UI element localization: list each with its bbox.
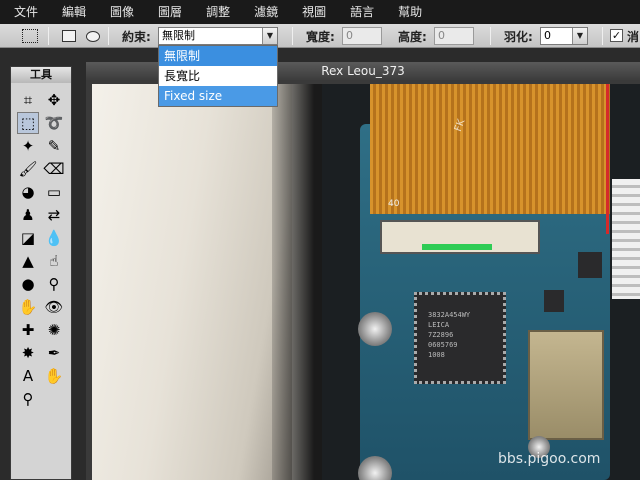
menu-item[interactable]: 幫助 [386,0,434,24]
red-eye-icon[interactable]: 👁 [43,296,65,318]
height-label: 高度: [398,29,427,44]
photo-connector-strip [422,244,492,250]
separator [292,27,293,45]
burn-icon[interactable]: ✋ [17,296,39,318]
photo-white-wires [612,179,640,299]
spot-heal-icon[interactable]: ✚ [17,319,39,341]
tool-options-bar: 約束: 無限制 ▼ 寬度: 0 高度: 0 羽化: 0 ▼ ✓ 消 [0,24,640,48]
menu-bar: 文件 編輯 圖像 圖層 調整 濾鏡 視圖 語言 幫助 [0,0,640,24]
photo-chip-text: 3832A454WY LEICA 7Z2896 0605769 1008 [428,310,498,360]
feather-label: 羽化: [504,29,533,44]
sponge-icon[interactable]: ● [17,273,39,295]
color-picker-icon[interactable]: ✒ [43,342,65,364]
clone-stamp-icon[interactable]: ♟ [17,204,39,226]
watermark-text: bbs.pigoo.com [498,451,601,467]
tools-grid: ⌗ ✥ ⬚ ➰ ✦ ✎ 🖌 ⌫ ◕ ▭ ♟ ⇄ ◪ 💧 ▲ ☝ ● ⚲ ✋ 👁 ✚ ✺ ✸ ✒ A ✋ ⚲ [11,83,71,479]
paint-bucket-icon[interactable]: ◕ [17,181,39,203]
drawing-shapes-icon[interactable]: ◪ [17,227,39,249]
photo-component [544,290,564,312]
tools-panel-title: 工具 [11,67,71,83]
color-replace-icon[interactable]: ⇄ [43,204,65,226]
constraint-dropdown: 無限制 長寬比 Fixed size [158,45,278,107]
chip-text-line: 3832A454WY [428,311,471,319]
feather-value: 0 [544,29,551,42]
dodge-icon[interactable]: ⚲ [43,273,65,295]
eraser-icon[interactable]: ⌫ [43,158,65,180]
constraint-option[interactable]: Fixed size [159,86,277,106]
menu-item[interactable]: 調整 [194,0,242,24]
pencil-icon[interactable]: ✎ [43,135,65,157]
lasso-icon[interactable]: ➰ [43,112,65,134]
photo-cloth-area [92,84,292,480]
brush-icon[interactable]: 🖌 [17,158,39,180]
antialias-checkbox[interactable]: ✓ [610,29,623,42]
type-icon[interactable]: A [17,365,39,387]
height-field[interactable]: 0 [434,27,474,45]
menu-item[interactable]: 編輯 [50,0,98,24]
blur-icon[interactable]: 💧 [43,227,65,249]
antialias-label: 消 [627,29,640,44]
chip-text-line: 0605769 [428,341,458,349]
marquee-tool-icon[interactable] [22,24,38,48]
move-icon[interactable]: ✥ [43,89,65,111]
constraint-option[interactable]: 無限制 [159,46,277,66]
photo-metal-shield [528,330,604,440]
menu-item[interactable]: 語言 [338,0,386,24]
magic-wand-icon[interactable]: ✦ [17,135,39,157]
menu-item[interactable]: 圖層 [146,0,194,24]
ellipse-mode-icon[interactable] [86,24,100,48]
photo-flex-cable [370,84,610,214]
feather-select[interactable]: 0 ▼ [540,27,588,45]
pinch-icon[interactable]: ✸ [17,342,39,364]
chip-text-line: 7Z2896 [428,331,454,339]
constraint-option[interactable]: 長寬比 [159,66,277,86]
width-label: 寬度: [306,29,335,44]
hand-icon[interactable]: ✋ [43,365,65,387]
separator [108,27,109,45]
chip-text-line: LEICA [428,321,450,329]
photo-small-chip [578,252,602,278]
constraint-label: 約束: [122,29,151,44]
document-window: Rex Leou_373 FK 40 3832A454WY LEICA 7Z2896… [86,62,640,480]
separator [602,27,603,45]
photo-number-marking: 40 [388,199,400,209]
chip-text-line: 1008 [428,351,445,359]
menu-item[interactable]: 圖像 [98,0,146,24]
marquee-icon[interactable]: ⬚ [17,112,39,134]
image-canvas[interactable]: FK 40 3832A454WY LEICA 7Z2896 0605769 1008 b… [92,84,640,480]
rectangle-mode-icon[interactable] [62,24,76,48]
sharpen-icon[interactable]: ▲ [17,250,39,272]
separator [48,27,49,45]
bloat-icon[interactable]: ✺ [43,319,65,341]
constraint-value: 無限制 [162,29,195,42]
photo-screw [358,312,392,346]
chevron-down-icon[interactable]: ▼ [572,28,587,44]
zoom-icon[interactable]: ⚲ [17,388,39,410]
chevron-down-icon[interactable]: ▼ [262,28,277,44]
menu-item[interactable]: 濾鏡 [242,0,290,24]
menu-item[interactable]: 視圖 [290,0,338,24]
menu-item[interactable]: 文件 [0,0,50,24]
smudge-icon[interactable]: ☝ [43,250,65,272]
constraint-select[interactable]: 無限制 ▼ [158,27,278,45]
crop-icon[interactable]: ⌗ [17,89,39,111]
width-field[interactable]: 0 [342,27,382,45]
separator [490,27,491,45]
gradient-icon[interactable]: ▭ [43,181,65,203]
tools-panel: 工具 ⌗ ✥ ⬚ ➰ ✦ ✎ 🖌 ⌫ ◕ ▭ ♟ ⇄ ◪ 💧 ▲ ☝ ● ⚲ ✋ 👁 ✚ ✺ ✸ ✒ A ✋ ⚲ [10,66,72,480]
photo-red-wire [606,84,609,234]
